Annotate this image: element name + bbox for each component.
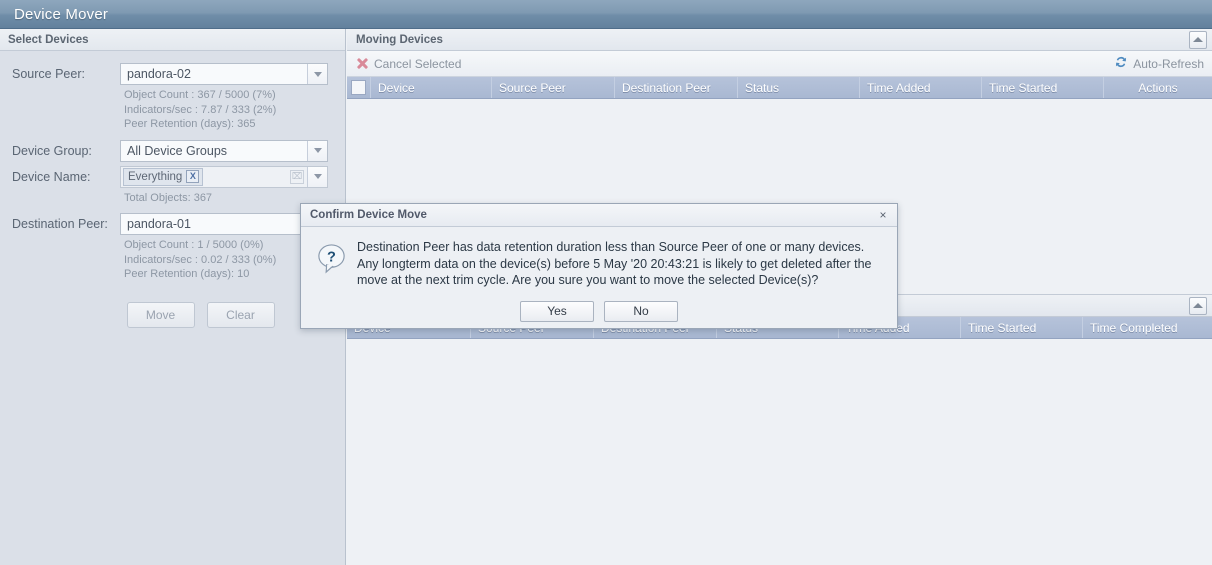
source-peer-retention: Peer Retention (days): 365 — [124, 118, 256, 130]
device-name-label: Device Name: — [12, 169, 91, 184]
collapse-icon[interactable] — [1189, 296, 1207, 315]
moving-devices-title: Moving Devices — [356, 33, 443, 46]
source-peer-object-count: Object Count : 367 / 5000 (7%) — [124, 89, 276, 101]
clear-all-icon[interactable]: ⌧ — [290, 169, 304, 184]
source-peer-row: Source Peer: pandora-02 Object Count : 3… — [8, 63, 337, 138]
device-name-row: Device Name: Everything X ⌧ Total Object… — [8, 165, 337, 212]
column-header-status[interactable]: Status — [738, 77, 860, 98]
dialog-title: Confirm Device Move — [310, 209, 427, 221]
app-titlebar: Device Mover — [0, 0, 1212, 29]
destination-peer-value: pandora-01 — [127, 217, 191, 231]
device-group-label: Device Group: — [12, 143, 92, 158]
device-selection-form: Source Peer: pandora-02 Object Count : 3… — [0, 51, 345, 328]
column-header-time-started[interactable]: Time Started — [961, 317, 1083, 338]
column-header-source-peer[interactable]: Source Peer — [492, 77, 615, 98]
source-peer-indicators: Indicators/sec : 7.87 / 333 (2%) — [124, 103, 277, 116]
column-header-destination-peer[interactable]: Destination Peer — [615, 77, 738, 98]
select-devices-panel: Select Devices Source Peer: pandora-02 O… — [0, 29, 346, 565]
completed-devices-grid-body — [347, 339, 1212, 564]
question-bubble-icon: ? — [315, 239, 353, 289]
select-all-header[interactable] — [347, 77, 371, 98]
cancel-selected-button[interactable]: Cancel Selected — [356, 57, 461, 71]
source-peer-label: Source Peer: — [12, 67, 85, 81]
source-peer-stats: Object Count : 367 / 5000 (7%) Indicator… — [120, 85, 337, 138]
source-peer-select[interactable]: pandora-02 — [120, 63, 328, 85]
select-all-checkbox[interactable] — [351, 80, 366, 95]
cancel-selected-label: Cancel Selected — [374, 56, 462, 71]
clear-button[interactable]: Clear — [206, 301, 275, 328]
dialog-body: ? Destination Peer has data retention du… — [301, 227, 897, 289]
app-title: Device Mover — [14, 5, 109, 23]
device-group-select[interactable]: All Device Groups — [120, 139, 328, 162]
dialog-message: Destination Peer has data retention dura… — [357, 240, 872, 287]
column-header-time-completed[interactable]: Time Completed — [1083, 317, 1212, 338]
column-header-time-added[interactable]: Time Added — [860, 77, 982, 98]
auto-refresh-label: Auto-Refresh — [1133, 56, 1204, 71]
confirm-device-move-dialog: Confirm Device Move × ? Destination Peer… — [300, 203, 898, 329]
cancel-icon — [356, 57, 369, 70]
device-name-tag[interactable]: Everything X — [123, 167, 204, 186]
column-header-actions[interactable]: Actions — [1104, 77, 1212, 98]
select-devices-panel-header: Select Devices — [0, 29, 345, 51]
device-name-multiselect[interactable]: Everything X ⌧ — [120, 165, 328, 188]
dialog-titlebar: Confirm Device Move × — [301, 204, 897, 227]
destination-peer-select[interactable]: pandora-01 — [120, 213, 328, 235]
move-button[interactable]: Move — [126, 301, 195, 328]
completed-devices-panel: Device Source Peer Destination Peer Stat… — [347, 294, 1212, 565]
tag-remove-icon[interactable]: X — [186, 170, 200, 183]
source-peer-value: pandora-02 — [127, 67, 191, 81]
moving-devices-grid-header: Device Source Peer Destination Peer Stat… — [347, 77, 1212, 99]
moving-devices-toolbar: Cancel Selected Auto-Refresh — [347, 51, 1212, 77]
dialog-buttons: Yes No — [301, 300, 897, 322]
close-icon[interactable]: × — [876, 208, 890, 222]
collapse-icon[interactable] — [1189, 30, 1207, 49]
chevron-down-icon[interactable] — [307, 166, 327, 187]
device-group-value: All Device Groups — [127, 143, 228, 158]
column-header-time-started[interactable]: Time Started — [982, 77, 1104, 98]
refresh-icon — [1114, 55, 1128, 72]
auto-refresh-button[interactable]: Auto-Refresh — [1114, 55, 1204, 72]
destination-peer-row: Destination Peer: pandora-01 Object Coun… — [8, 213, 337, 288]
device-group-row: Device Group: All Device Groups — [8, 139, 337, 162]
device-group-field-col: All Device Groups — [120, 139, 337, 162]
select-devices-title: Select Devices — [8, 33, 89, 46]
moving-devices-panel-header: Moving Devices — [347, 29, 1212, 51]
chevron-down-icon[interactable] — [307, 140, 327, 161]
destination-peer-label: Destination Peer: — [12, 217, 108, 231]
chevron-down-icon[interactable] — [307, 64, 327, 84]
form-actions: Move Clear — [8, 301, 337, 328]
completed-devices-grid: Device Source Peer Destination Peer Stat… — [347, 317, 1212, 564]
source-peer-field-col: pandora-02 Object Count : 367 / 5000 (7%… — [120, 63, 337, 138]
yes-button[interactable]: Yes — [520, 300, 594, 322]
no-button[interactable]: No — [604, 300, 678, 322]
column-header-device[interactable]: Device — [371, 77, 492, 98]
device-name-tag-label: Everything — [128, 170, 183, 183]
svg-text:?: ? — [327, 249, 336, 265]
